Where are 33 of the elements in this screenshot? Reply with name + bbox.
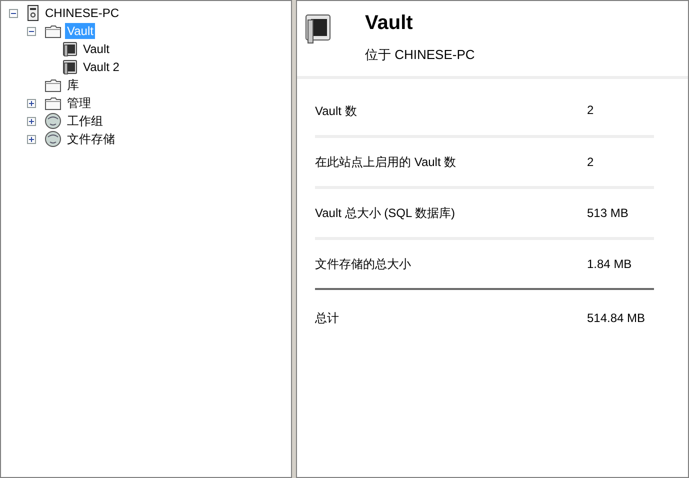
expand-toggle[interactable] — [27, 26, 36, 36]
property-label: 在此站点上启用的 Vault 数 — [315, 154, 458, 170]
property-label: Vault 数 — [315, 103, 358, 120]
tree-item[interactable]: 管理 — [65, 95, 93, 111]
expand-toggle[interactable] — [27, 134, 36, 144]
expand-toggle[interactable] — [9, 8, 18, 18]
globe-icon — [45, 113, 61, 129]
property-value: 1.84 MB — [587, 257, 632, 271]
computer-tower-icon — [27, 5, 39, 21]
property-label: Vault 总大小 (SQL 数据库) — [315, 204, 456, 222]
safe-icon — [305, 14, 331, 44]
safe-icon — [63, 60, 77, 74]
expand-toggle[interactable] — [27, 98, 36, 108]
tree-item[interactable]: 文件存储 — [65, 131, 117, 147]
tree-item[interactable]: CHINESE-PC — [43, 5, 122, 21]
expand-toggle[interactable] — [27, 116, 36, 126]
property-value: 2 — [587, 103, 594, 117]
tree-item[interactable]: Vault — [81, 41, 112, 57]
globe-icon — [45, 131, 61, 147]
folder-icon — [45, 96, 61, 110]
total-label: 总计 — [315, 310, 340, 326]
property-label: 文件存储的总大小 — [315, 256, 412, 272]
tree-item[interactable]: Vault 2 — [81, 59, 122, 75]
folder-icon — [45, 24, 61, 38]
property-value: 2 — [587, 155, 594, 169]
tree-item[interactable]: 库 — [65, 77, 81, 93]
total-value: 514.84 MB — [587, 311, 646, 325]
property-value: 513 MB — [587, 206, 628, 220]
vault-title: Vault — [365, 12, 414, 34]
safe-icon — [63, 42, 77, 56]
folder-icon — [45, 78, 61, 92]
location-subtitle: 位于 CHINESE-PC — [365, 46, 475, 64]
tree-item[interactable]: 工作组 — [65, 113, 105, 129]
